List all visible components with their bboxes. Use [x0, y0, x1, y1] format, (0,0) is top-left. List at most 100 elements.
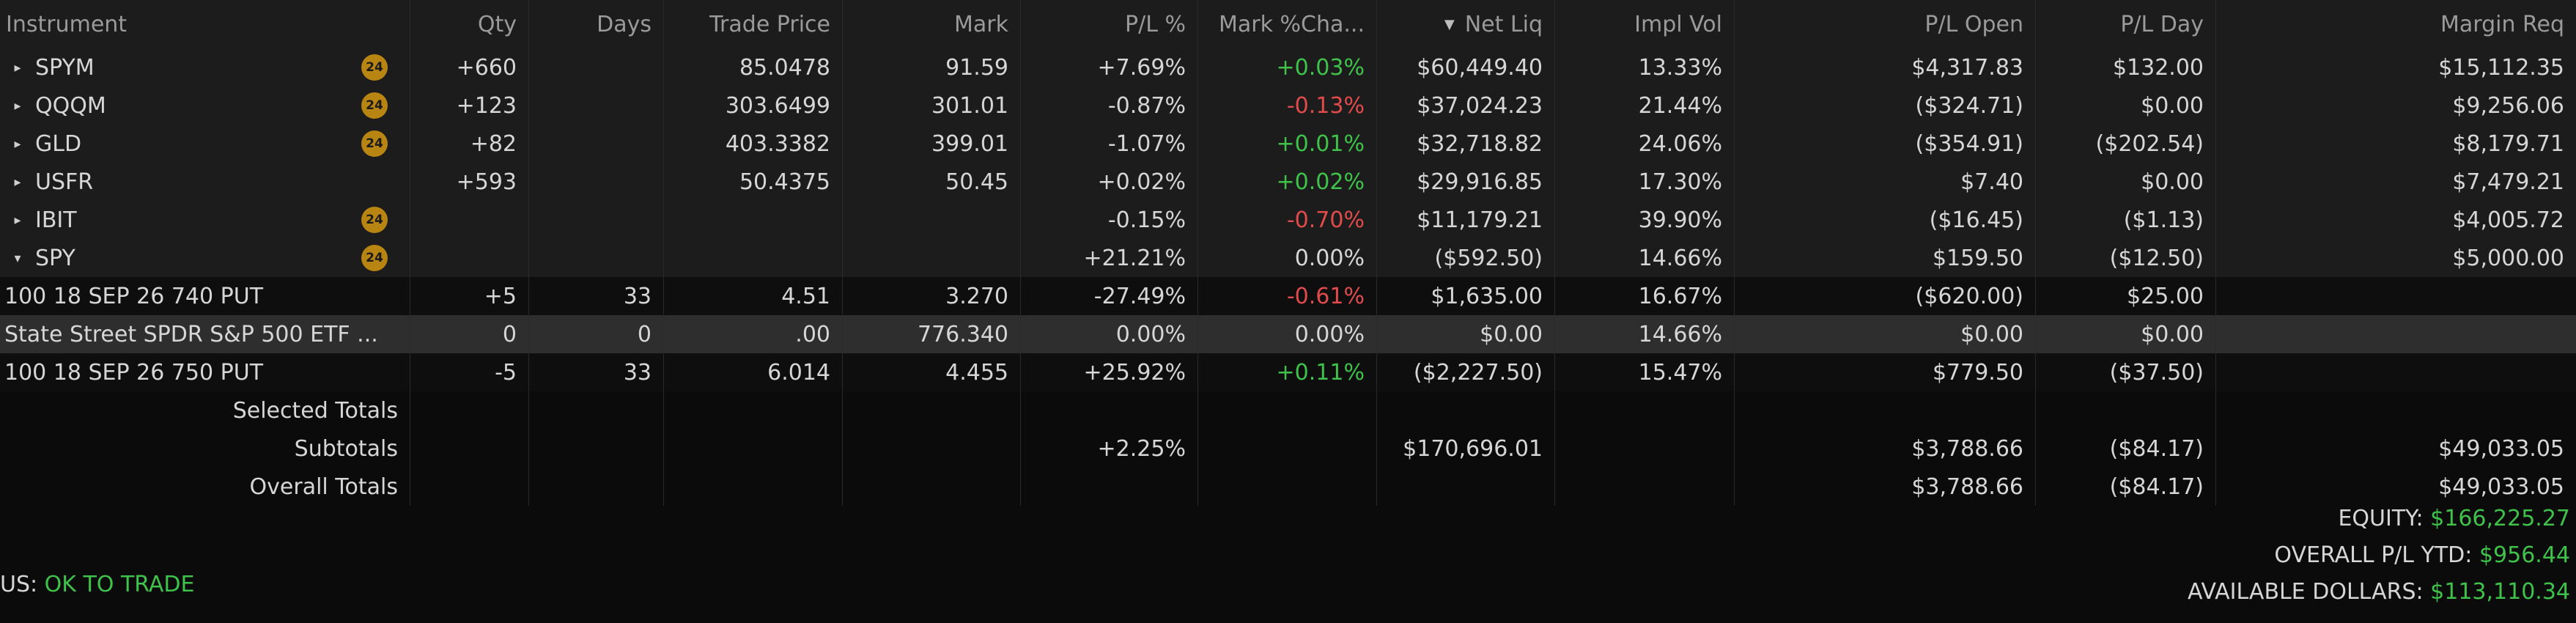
instrument-cell[interactable]: ▸ USFR: [0, 163, 410, 201]
col-trade-price[interactable]: Trade Price: [664, 0, 843, 48]
col-net-liq[interactable]: ▼ Net Liq: [1377, 0, 1555, 48]
col-days[interactable]: Days: [529, 0, 664, 48]
mark-change-cell: +0.03%: [1198, 48, 1377, 86]
totals-row: Selected Totals: [0, 391, 2576, 430]
collapse-triangle-icon[interactable]: ▾: [0, 251, 35, 266]
net-liq-cell: $32,718.82: [1377, 125, 1555, 163]
days-cell: [529, 201, 664, 239]
equity-label: EQUITY:: [2338, 506, 2424, 531]
mark-cell: [843, 468, 1021, 506]
col-mark[interactable]: Mark: [843, 0, 1021, 48]
margin-req-cell: $4,005.72: [2452, 207, 2564, 233]
available-dollars-value: $113,110.34: [2430, 579, 2570, 605]
trade-price-cell: [664, 239, 843, 277]
margin-req-cell: $49,033.05: [2438, 473, 2564, 500]
expand-triangle-icon[interactable]: ▸: [0, 98, 35, 114]
impl-vol-cell: 17.30%: [1555, 163, 1735, 201]
impl-vol-cell: 14.66%: [1555, 315, 1735, 353]
impl-vol-cell: 13.33%: [1555, 48, 1735, 86]
sort-descending-icon[interactable]: ▼: [1444, 17, 1455, 32]
mark-change-cell: +0.11%: [1198, 353, 1377, 391]
instrument-cell[interactable]: ▾ SPY 24: [0, 239, 410, 277]
pl-open-cell: $779.50: [1735, 353, 2036, 391]
instrument-cell[interactable]: ▸ IBIT 24: [0, 201, 410, 239]
impl-vol-cell: [1555, 430, 1735, 468]
impl-vol-cell: [1555, 391, 1735, 430]
mark-change-cell: 0.00%: [1198, 239, 1377, 277]
col-mark-change[interactable]: Mark %Cha...: [1198, 0, 1377, 48]
col-pl-open[interactable]: P/L Open: [1735, 0, 2036, 48]
option-leg-row[interactable]: State Street SPDR S&P 500 ETF ... 0 0.00 77…: [0, 315, 2576, 353]
col-pl-pct[interactable]: P/L %: [1021, 0, 1198, 48]
instrument-cell[interactable]: ▸ SPYM 24: [0, 48, 410, 86]
option-leg-row[interactable]: 100 18 SEP 26 740 PUT +5 33 4.51 3.270 -27.49…: [0, 277, 2576, 315]
mark-cell: 3.270: [843, 277, 1021, 315]
position-row[interactable]: ▸ SPYM 24 +660 85.0478 91.59 +7.69% +0.03% $60,4…: [0, 48, 2576, 86]
pl-open-cell: ($354.91): [1735, 125, 2036, 163]
expand-triangle-icon[interactable]: ▸: [0, 136, 35, 152]
days-cell: [529, 468, 664, 506]
trade-price-cell: .00: [664, 315, 843, 353]
trade-price-cell: 4.51: [664, 277, 843, 315]
totals-label: Selected Totals: [0, 391, 410, 430]
status-value: OK TO TRADE: [44, 572, 195, 597]
leg-name-cell[interactable]: 100 18 SEP 26 750 PUT: [0, 353, 410, 391]
col-margin-req[interactable]: Margin Req: [2216, 0, 2576, 48]
position-row[interactable]: ▸ USFR +593 50.4375 50.45 +0.02% +0.02% $29,916…: [0, 163, 2576, 201]
margin-req-cell: $49,033.05: [2438, 435, 2564, 462]
col-instrument[interactable]: Instrument: [0, 0, 410, 48]
mark-cell: 50.45: [843, 163, 1021, 201]
trade-price-cell: [664, 201, 843, 239]
option-leg-row[interactable]: 100 18 SEP 26 750 PUT -5 33 6.014 4.455 +25.9…: [0, 353, 2576, 391]
totals-row: Overall Totals $3,788.66 ($84.17) $49,033.0…: [0, 468, 2576, 506]
position-row[interactable]: ▸ GLD 24 +82 403.3382 399.01 -1.07% +0.01% $32,7…: [0, 125, 2576, 163]
pl-day-cell: ($202.54): [2036, 125, 2216, 163]
col-qty[interactable]: Qty: [410, 0, 529, 48]
mark-change-cell: 0.00%: [1198, 315, 1377, 353]
impl-vol-cell: 39.90%: [1555, 201, 1735, 239]
expand-triangle-icon[interactable]: ▸: [0, 174, 35, 190]
leg-name-cell[interactable]: 100 18 SEP 26 740 PUT: [0, 277, 410, 315]
status-label: US:: [0, 572, 38, 597]
net-liq-cell: ($2,227.50): [1377, 353, 1555, 391]
expand-triangle-icon[interactable]: ▸: [0, 213, 35, 228]
pl-open-cell: [1735, 391, 2036, 430]
position-row[interactable]: ▸ IBIT 24 -0.15% -0.70% $11,179.21 39.90% ($16.…: [0, 201, 2576, 239]
position-row[interactable]: ▾ SPY 24 +21.21% 0.00% ($592.50) 14.66% $159.50…: [0, 239, 2576, 277]
pl-pct-cell: -27.49%: [1021, 277, 1198, 315]
instrument-symbol: SPYM: [35, 54, 95, 81]
pl-pct-cell: +0.02%: [1021, 163, 1198, 201]
instrument-symbol: SPY: [35, 245, 75, 271]
trade-price-cell: 403.3382: [664, 125, 843, 163]
pl-open-cell: ($620.00): [1735, 277, 2036, 315]
instrument-cell[interactable]: ▸ GLD 24: [0, 125, 410, 163]
net-liq-cell: $37,024.23: [1377, 86, 1555, 125]
margin-req-cell: [2216, 353, 2576, 391]
pl-open-cell: $3,788.66: [1735, 430, 2036, 468]
qty-cell: -5: [410, 353, 529, 391]
pl-day-cell: $0.00: [2036, 163, 2216, 201]
col-impl-vol[interactable]: Impl Vol: [1555, 0, 1735, 48]
24h-trading-badge-icon: 24: [361, 207, 388, 233]
instrument-symbol: USFR: [35, 169, 94, 195]
impl-vol-cell: 24.06%: [1555, 125, 1735, 163]
mark-change-cell: [1198, 430, 1377, 468]
col-pl-day[interactable]: P/L Day: [2036, 0, 2216, 48]
margin-req-cell: [2216, 391, 2576, 430]
expand-triangle-icon[interactable]: ▸: [0, 60, 35, 75]
available-dollars-label: AVAILABLE DOLLARS:: [2187, 579, 2424, 605]
position-row[interactable]: ▸ QQQM 24 +123 303.6499 301.01 -0.87% -0.13% $37…: [0, 86, 2576, 125]
trade-price-cell: 303.6499: [664, 86, 843, 125]
net-liq-cell: $11,179.21: [1377, 201, 1555, 239]
pl-open-cell: $7.40: [1735, 163, 2036, 201]
leg-name-cell[interactable]: State Street SPDR S&P 500 ETF ...: [0, 315, 410, 353]
instrument-cell[interactable]: ▸ QQQM 24: [0, 86, 410, 125]
pl-day-cell: ($12.50): [2036, 239, 2216, 277]
pl-open-cell: $4,317.83: [1735, 48, 2036, 86]
net-liq-cell: $0.00: [1377, 315, 1555, 353]
equity-value: $166,225.27: [2430, 506, 2570, 531]
pl-open-cell: $0.00: [1735, 315, 2036, 353]
net-liq-cell: ($592.50): [1377, 239, 1555, 277]
net-liq-cell: [1377, 391, 1555, 430]
pl-pct-cell: +7.69%: [1021, 48, 1198, 86]
